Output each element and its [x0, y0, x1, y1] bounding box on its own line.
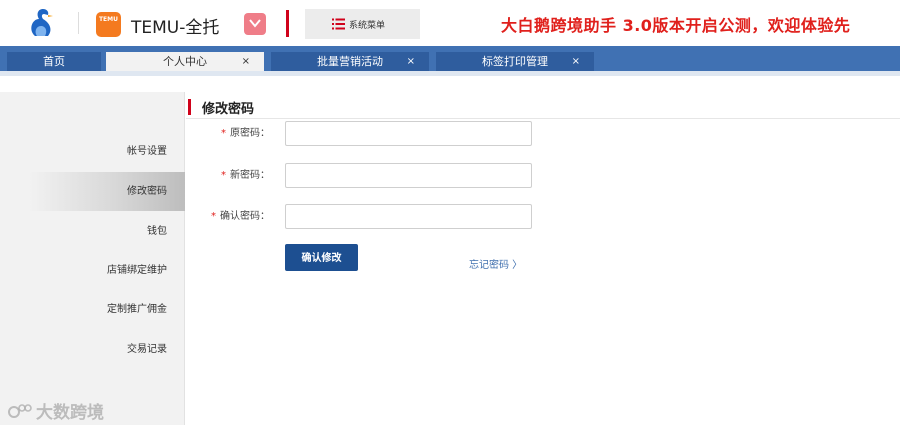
close-icon[interactable]: × — [572, 52, 580, 71]
sidebar-item-label: 定制推广佣金 — [107, 304, 167, 315]
confirm-password-input[interactable] — [285, 204, 532, 229]
sidebar-item-label: 帐号设置 — [127, 146, 167, 157]
sidebar-item-promotion-commission[interactable]: 定制推广佣金 — [28, 290, 185, 329]
swan-logo-icon[interactable] — [26, 6, 60, 40]
tab-bar-shadow — [0, 71, 900, 76]
required-mark: * — [221, 128, 226, 139]
tab-label: 标签打印管理 — [482, 55, 548, 68]
tab-label: 个人中心 — [163, 55, 207, 68]
tab-personal-center[interactable]: 个人中心 × — [106, 52, 264, 71]
sidebar-item-store-binding[interactable]: 店铺绑定维护 — [28, 251, 185, 290]
announcement-banner[interactable]: 大白鹅跨境助手 3.0版本开启公测，欢迎体验先 — [501, 12, 850, 36]
temu-logo-text: TEMU — [98, 16, 119, 23]
confirm-change-button[interactable]: 确认修改 — [285, 244, 358, 271]
chevron-down-icon — [249, 19, 261, 28]
sidebar-item-transactions[interactable]: 交易记录 — [28, 330, 185, 369]
header-divider — [78, 12, 79, 34]
close-icon[interactable]: × — [242, 52, 250, 71]
system-menu-button[interactable]: 系统菜单 — [305, 9, 420, 39]
sidebar-item-label: 店铺绑定维护 — [107, 265, 167, 276]
confirm-password-label: * 确认密码： — [190, 204, 270, 229]
brand-title: TEMU-全托 — [131, 18, 220, 38]
sidebar-item-change-password[interactable]: 修改密码 — [28, 172, 185, 211]
title-divider — [186, 118, 900, 119]
close-icon[interactable]: × — [407, 52, 415, 71]
old-password-label: * 原密码： — [190, 121, 270, 146]
sidebar-item-wallet[interactable]: 钱包 — [28, 212, 185, 251]
required-mark: * — [211, 211, 216, 222]
watermark: 大数跨境 — [8, 398, 104, 423]
field-label-text: 原密码： — [230, 128, 270, 139]
required-mark: * — [221, 170, 226, 181]
sidebar-item-label: 修改密码 — [127, 186, 167, 197]
field-label-text: 确认密码： — [220, 211, 270, 222]
header-accent-bar — [286, 10, 289, 37]
sidebar-item-account-settings[interactable]: 帐号设置 — [28, 132, 185, 171]
heart-icon[interactable] — [244, 13, 266, 35]
page-title: 修改密码 — [188, 97, 254, 117]
sidebar-item-label: 钱包 — [147, 226, 167, 237]
old-password-input[interactable] — [285, 121, 532, 146]
system-menu-label: 系统菜单 — [349, 20, 386, 31]
tab-bar: 首页 个人中心 × 批量营销活动 × 标签打印管理 × — [0, 46, 900, 71]
tab-batch-marketing[interactable]: 批量营销活动 × — [271, 52, 429, 71]
forgot-password-link[interactable]: 忘记密码 〉 — [469, 256, 522, 271]
temu-logo-icon: TEMU — [96, 12, 121, 37]
page-title-text: 修改密码 — [202, 101, 255, 117]
top-header: TEMU TEMU-全托 系统菜单 大白鹅跨境助手 3.0版本开启公测，欢迎体验… — [0, 0, 900, 46]
tab-label: 首页 — [43, 55, 65, 68]
list-icon — [332, 18, 345, 30]
watermark-text: 大数跨境 — [36, 403, 104, 423]
sidebar: 帐号设置 修改密码 钱包 店铺绑定维护 定制推广佣金 交易记录 — [0, 92, 185, 425]
tab-label-printing[interactable]: 标签打印管理 × — [436, 52, 594, 71]
tab-label: 批量营销活动 — [317, 55, 383, 68]
tab-home[interactable]: 首页 — [7, 52, 101, 71]
logo-mark-icon — [8, 403, 32, 418]
sidebar-item-label: 交易记录 — [127, 344, 167, 355]
new-password-input[interactable] — [285, 163, 532, 188]
field-label-text: 新密码： — [230, 170, 270, 181]
title-accent-bar — [188, 99, 191, 115]
new-password-label: * 新密码： — [190, 163, 270, 188]
